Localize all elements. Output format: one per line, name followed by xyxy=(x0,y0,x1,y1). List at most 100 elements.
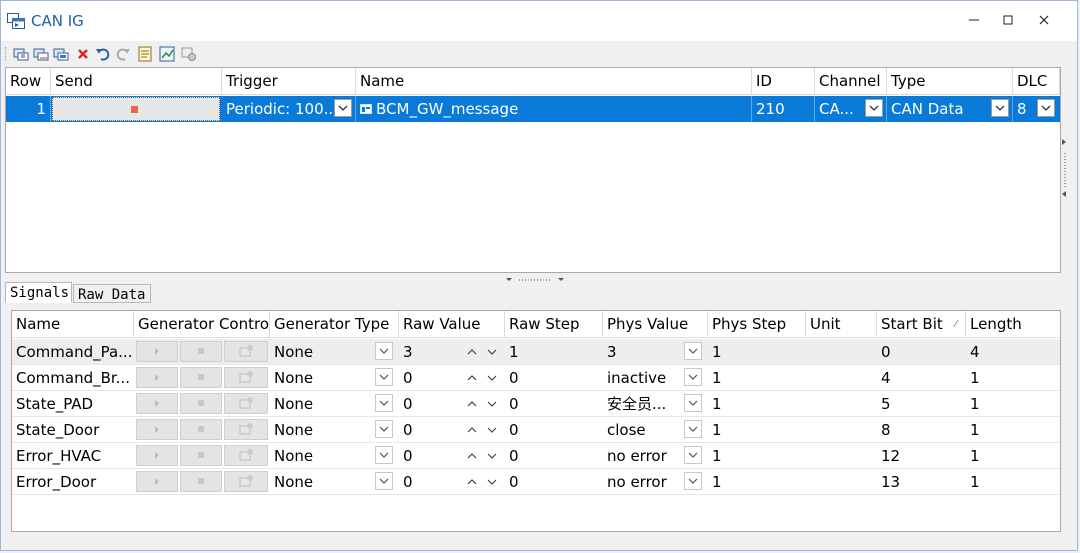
generator-type-dropdown-button[interactable] xyxy=(375,342,393,360)
generator-type-value[interactable]: None xyxy=(270,339,370,365)
phys-step[interactable]: 1 xyxy=(708,365,806,391)
maximize-button[interactable] xyxy=(993,9,1023,33)
generator-type-dropdown-button[interactable] xyxy=(375,472,393,490)
phys-step[interactable]: 1 xyxy=(708,443,806,469)
phys-value-dropdown-button[interactable] xyxy=(684,394,702,412)
column-header-trigger[interactable]: Trigger xyxy=(222,68,356,95)
raw-step[interactable]: 1 xyxy=(505,339,603,365)
splitter-handle[interactable] xyxy=(506,271,566,281)
phys-value[interactable]: no error xyxy=(603,443,683,469)
delete-button[interactable] xyxy=(75,46,91,62)
generator-stop-button[interactable] xyxy=(180,471,222,492)
signal-name[interactable]: State_PAD xyxy=(12,391,134,417)
properties-button[interactable] xyxy=(137,46,153,62)
raw-value[interactable]: 0 xyxy=(399,365,459,391)
phys-step[interactable]: 1 xyxy=(708,469,806,495)
signal-name[interactable]: Error_Door xyxy=(12,469,134,495)
generator-stop-button[interactable] xyxy=(180,445,222,466)
raw-value[interactable]: 0 xyxy=(399,469,459,495)
generator-play-button[interactable] xyxy=(136,419,178,440)
raw-step[interactable]: 0 xyxy=(505,391,603,417)
generator-settings-button[interactable] xyxy=(224,419,268,440)
column-header-type[interactable]: Type xyxy=(887,68,1013,95)
raw-value-down-button[interactable] xyxy=(487,417,497,443)
phys-step[interactable]: 1 xyxy=(708,339,806,365)
raw-value[interactable]: 0 xyxy=(399,391,459,417)
toolbar-grip[interactable] xyxy=(5,47,9,61)
generator-stop-button[interactable] xyxy=(180,393,222,414)
generator-type-dropdown-button[interactable] xyxy=(375,394,393,412)
column-header-unit[interactable]: Unit xyxy=(806,311,877,338)
column-header-raw-step[interactable]: Raw Step xyxy=(505,311,603,338)
generator-play-button[interactable] xyxy=(136,393,178,414)
raw-step[interactable]: 0 xyxy=(505,365,603,391)
generator-type-value[interactable]: None xyxy=(270,417,370,443)
phys-value-dropdown-button[interactable] xyxy=(684,446,702,464)
generator-settings-button[interactable] xyxy=(224,367,268,388)
column-header-id[interactable]: ID xyxy=(752,68,815,95)
generator-type-dropdown-button[interactable] xyxy=(375,368,393,386)
signal-name[interactable]: Command_Br... xyxy=(12,365,134,391)
generator-type-value[interactable]: None xyxy=(270,443,370,469)
phys-value-dropdown-button[interactable] xyxy=(684,472,702,490)
add-frame-button[interactable] xyxy=(33,46,49,62)
signal-row[interactable]: Error_Door None 0 0 no error 1 13 1 xyxy=(12,469,1060,495)
raw-value-up-button[interactable] xyxy=(467,469,477,495)
phys-value-dropdown-button[interactable] xyxy=(684,368,702,386)
generator-play-button[interactable] xyxy=(136,367,178,388)
close-button[interactable] xyxy=(1029,9,1059,33)
generator-settings-button[interactable] xyxy=(224,445,268,466)
signal-name[interactable]: Error_HVAC xyxy=(12,443,134,469)
column-header-generator-control[interactable]: Generator Control xyxy=(134,311,270,338)
raw-value[interactable]: 0 xyxy=(399,417,459,443)
raw-step[interactable]: 0 xyxy=(505,469,603,495)
trigger-dropdown-button[interactable] xyxy=(334,99,352,117)
generator-type-value[interactable]: None xyxy=(270,365,370,391)
raw-value-up-button[interactable] xyxy=(467,391,477,417)
phys-value-dropdown-button[interactable] xyxy=(684,420,702,438)
settings-button[interactable] xyxy=(181,46,197,62)
signal-row[interactable]: State_PAD None 0 0 安全员... 1 5 1 xyxy=(12,391,1060,417)
generator-stop-button[interactable] xyxy=(180,341,222,362)
column-header-raw-value[interactable]: Raw Value xyxy=(399,311,505,338)
generator-settings-button[interactable] xyxy=(224,471,268,492)
raw-value-down-button[interactable] xyxy=(487,443,497,469)
signal-row[interactable]: Command_Pa... None 3 1 3 1 0 4 xyxy=(12,339,1060,365)
signal-name[interactable]: Command_Pa... xyxy=(12,339,134,365)
raw-value-down-button[interactable] xyxy=(487,339,497,365)
generator-type-dropdown-button[interactable] xyxy=(375,420,393,438)
column-header-channel[interactable]: Channel xyxy=(815,68,887,95)
signal-name[interactable]: State_Door xyxy=(12,417,134,443)
column-header-dlc[interactable]: DLC xyxy=(1013,68,1060,95)
raw-value-up-button[interactable] xyxy=(467,443,477,469)
generator-stop-button[interactable] xyxy=(180,367,222,388)
column-header-generator-type[interactable]: Generator Type xyxy=(270,311,399,338)
column-header-start-bit[interactable]: Start Bit ⁄ xyxy=(877,311,966,338)
generator-settings-button[interactable] xyxy=(224,341,268,362)
column-header-length[interactable]: Length xyxy=(966,311,1060,338)
column-header-phys-step[interactable]: Phys Step xyxy=(708,311,806,338)
raw-value-down-button[interactable] xyxy=(487,469,497,495)
column-header-row[interactable]: Row xyxy=(6,68,51,95)
channel-dropdown-button[interactable] xyxy=(865,99,883,117)
tab-raw-data[interactable]: Raw Data xyxy=(73,284,151,303)
raw-step[interactable]: 0 xyxy=(505,443,603,469)
generator-type-value[interactable]: None xyxy=(270,391,370,417)
raw-value-up-button[interactable] xyxy=(467,417,477,443)
generator-play-button[interactable] xyxy=(136,445,178,466)
phys-value[interactable]: no error xyxy=(603,469,683,495)
message-id[interactable]: 210 xyxy=(752,96,815,122)
raw-value-up-button[interactable] xyxy=(467,339,477,365)
column-header-name[interactable]: Name xyxy=(12,311,134,338)
chart-button[interactable] xyxy=(159,46,175,62)
column-header-phys-value[interactable]: Phys Value xyxy=(603,311,708,338)
raw-value-up-button[interactable] xyxy=(467,365,477,391)
column-header-name[interactable]: Name xyxy=(356,68,752,95)
add-raw-frame-button[interactable] xyxy=(53,46,69,62)
column-header-send[interactable]: Send xyxy=(51,68,222,95)
generator-settings-button[interactable] xyxy=(224,393,268,414)
phys-step[interactable]: 1 xyxy=(708,417,806,443)
undo-button[interactable] xyxy=(95,46,111,62)
raw-value[interactable]: 0 xyxy=(399,443,459,469)
message-row[interactable]: 1 Periodic: 100... BCM_GW_message 210 CA… xyxy=(6,96,1060,122)
